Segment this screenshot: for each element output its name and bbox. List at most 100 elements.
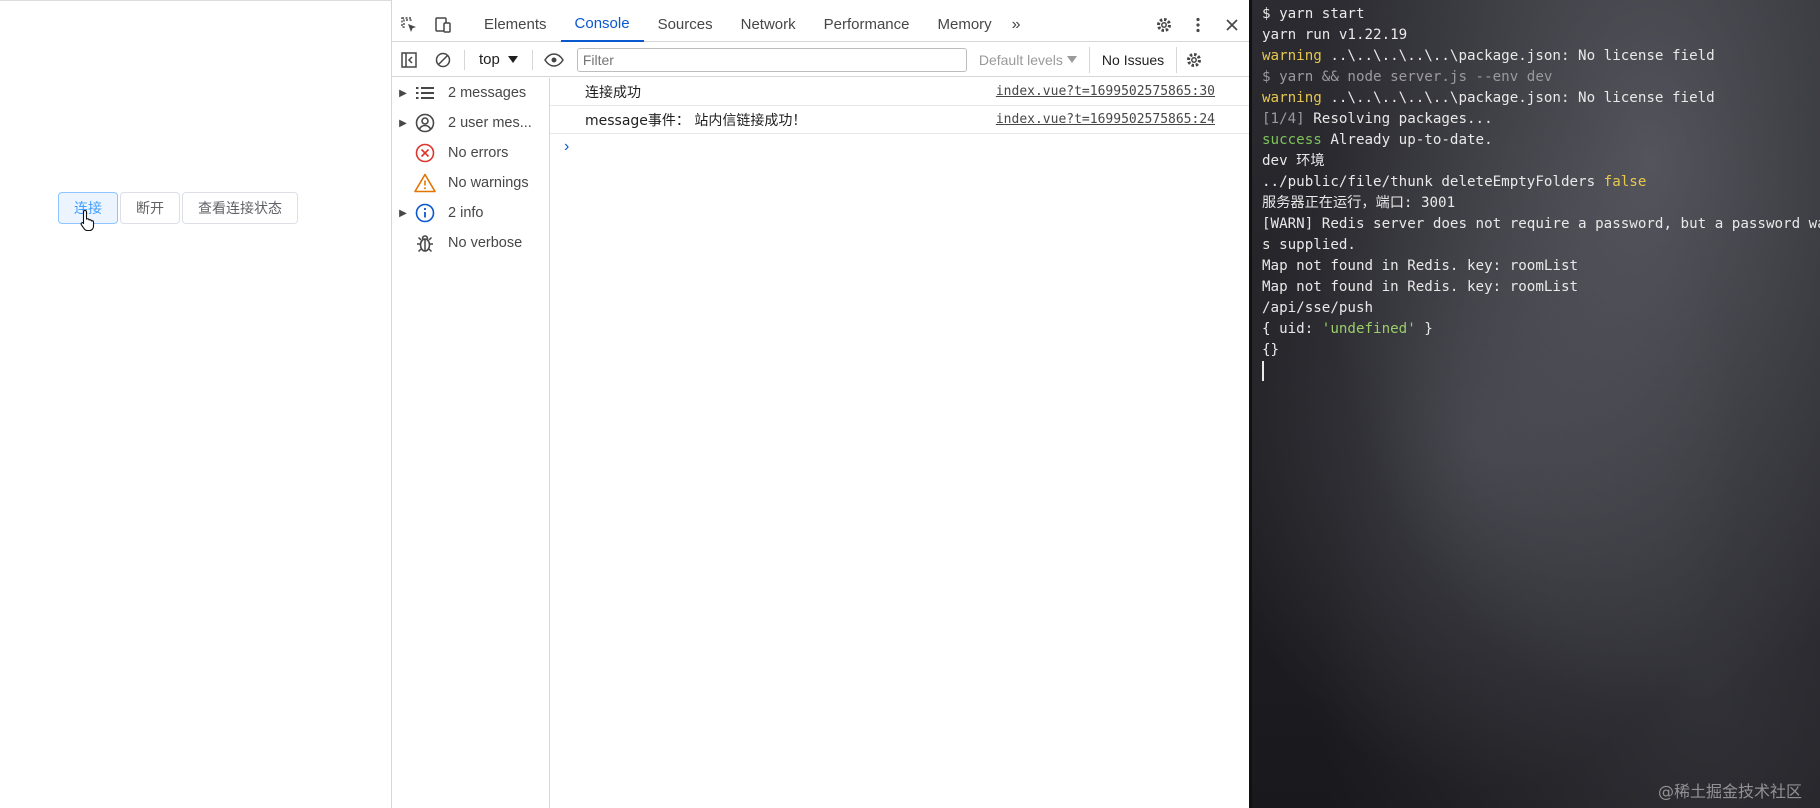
sidebar-item-errors[interactable]: No errors [392,138,549,168]
expand-caret-icon[interactable]: ▶ [392,118,414,129]
terminal-text-segment: 'undefined' [1321,321,1416,337]
terminal-text-segment: warning [1262,90,1322,106]
terminal-line: 服务器正在运行，端口: 3001 [1262,193,1820,214]
eye-icon[interactable] [537,43,571,77]
context-label: top [479,51,500,68]
bug-icon [414,232,436,254]
context-selector[interactable]: top [469,51,528,68]
sidebar-item-info[interactable]: ▶ 2 info [392,198,549,228]
terminal-window[interactable]: $ yarn start yarn run v1.22.19 warning ..\… [1249,0,1820,808]
text-cursor-caret [1262,361,1264,381]
user-icon [414,112,436,134]
terminal-line: [WARN] Redis server does not require a p… [1262,214,1820,235]
check-status-button[interactable]: 查看连接状态 [182,192,298,224]
terminal-line: s supplied. [1262,235,1820,256]
tab-performance[interactable]: Performance [810,8,924,42]
terminal-text-segment: false [1603,174,1647,190]
terminal-line: $ yarn && node server.js --env dev [1262,67,1820,88]
terminal-output: $ yarn start yarn run v1.22.19 warning ..\… [1262,4,1820,382]
terminal-text-segment: Map not found in Redis. key: roomList [1262,279,1579,295]
sidebar-item-warnings[interactable]: No warnings [392,168,549,198]
terminal-text-segment: yarn run v1.22.19 [1262,27,1408,43]
sidebar-item-label: 2 info [448,205,484,221]
tab-elements[interactable]: Elements [470,8,561,42]
terminal-text-segment: [WARN] Redis server does not require a p… [1262,216,1820,232]
sidebar-item-label: No warnings [448,175,529,191]
divider [464,49,465,70]
console-sidebar: ▶ 2 messages ▶ 2 user mes... No errors N… [392,78,550,808]
terminal-text-segment: $ yarn && node server.js --env dev [1262,69,1553,85]
more-tabs-icon[interactable]: » [1006,8,1027,42]
terminal-line: ../public/file/thunk deleteEmptyFolders … [1262,172,1820,193]
sidebar-item-messages[interactable]: ▶ 2 messages [392,78,549,108]
terminal-text-segment: { uid: [1262,321,1322,337]
log-source-link[interactable]: index.vue?t=1699502575865:24 [996,112,1215,127]
log-levels-dropdown[interactable]: Default levels [979,52,1077,68]
terminal-text-segment: 服务器正在运行，端口: 3001 [1262,195,1456,211]
close-icon[interactable] [1215,8,1249,42]
error-icon [414,142,436,164]
dropdown-triangle-icon [1066,55,1077,63]
terminal-line: $ yarn start [1262,4,1820,25]
terminal-line: success Already up-to-date. [1262,130,1820,151]
terminal-text-segment: /api/sse/push [1262,300,1374,316]
issues-counter[interactable]: No Issues [1088,46,1178,73]
log-source-link[interactable]: index.vue?t=1699502575865:30 [996,84,1215,99]
expand-caret-icon[interactable]: ▶ [392,88,414,99]
terminal-line: dev 环境 [1262,151,1820,172]
terminal-line: Map not found in Redis. key: roomList [1262,256,1820,277]
filter-input[interactable] [576,47,967,72]
terminal-text-segment: dev 环境 [1262,153,1325,169]
terminal-line: /api/sse/push [1262,298,1820,319]
info-icon [414,202,436,224]
terminal-text-segment: [1/4] [1262,111,1305,127]
terminal-line: { uid: 'undefined' } [1262,319,1820,340]
console-toolbar: top Default levels No Issues [392,43,1249,77]
console-output: 连接成功 index.vue?t=1699502575865:30 messag… [550,78,1249,808]
terminal-line: yarn run v1.22.19 [1262,25,1820,46]
sidebar-item-user-messages[interactable]: ▶ 2 user mes... [392,108,549,138]
sidebar-item-label: No verbose [448,235,523,251]
device-toolbar-icon[interactable] [426,8,460,42]
terminal-text-segment: success [1262,132,1322,148]
terminal-line: warning ..\..\..\..\..\package.json: No … [1262,46,1820,67]
sidebar-item-label: 2 user mes... [448,115,532,131]
sidebar-item-label: 2 messages [448,85,527,101]
terminal-input-line[interactable] [1262,361,1820,382]
web-page: 连接 断开 查看连接状态 [0,0,391,808]
terminal-line: warning ..\..\..\..\..\package.json: No … [1262,88,1820,109]
sidebar-item-label: No errors [448,145,509,161]
divider [531,49,533,70]
warning-icon [414,172,436,194]
console-prompt-chevron-icon[interactable]: › [550,134,1249,156]
terminal-text-segment: $ yarn start [1262,6,1365,22]
terminal-text-segment: } [1415,321,1433,337]
disconnect-button[interactable]: 断开 [120,192,180,224]
log-message: message事件： 站内信链接成功！ [585,112,807,129]
settings-gear-icon[interactable] [1147,8,1181,42]
terminal-line: [1/4] Resolving packages... [1262,109,1820,130]
terminal-text-segment: ../public/file/thunk deleteEmptyFolders [1262,174,1604,190]
tab-memory[interactable]: Memory [924,8,1006,42]
sidebar-item-verbose[interactable]: No verbose [392,228,549,258]
terminal-text-segment: {} [1262,342,1280,358]
list-icon [414,82,436,104]
tab-network[interactable]: Network [727,8,810,42]
tab-sources[interactable]: Sources [644,8,727,42]
terminal-text-segment: ..\..\..\..\..\package.json: No license … [1321,90,1715,106]
kebab-menu-icon[interactable] [1181,8,1215,42]
console-log-row: 连接成功 index.vue?t=1699502575865:30 [550,78,1249,106]
console-settings-gear-icon[interactable] [1177,43,1211,77]
devtools-tabs: Elements Console Sources Network Perform… [470,8,1027,42]
expand-caret-icon[interactable]: ▶ [392,208,414,219]
issues-label: No Issues [1101,51,1165,68]
console-log-row: message事件： 站内信链接成功！ index.vue?t=16995025… [550,106,1249,134]
terminal-text-segment: ..\..\..\..\..\package.json: No license … [1321,48,1715,64]
clear-console-icon[interactable] [426,43,460,77]
sidebar-toggle-icon[interactable] [392,43,426,77]
terminal-text-segment: warning [1262,48,1322,64]
tab-console[interactable]: Console [560,8,644,42]
inspect-element-icon[interactable] [392,8,426,42]
terminal-line: {} [1262,340,1820,361]
log-message: 连接成功 [585,84,641,101]
